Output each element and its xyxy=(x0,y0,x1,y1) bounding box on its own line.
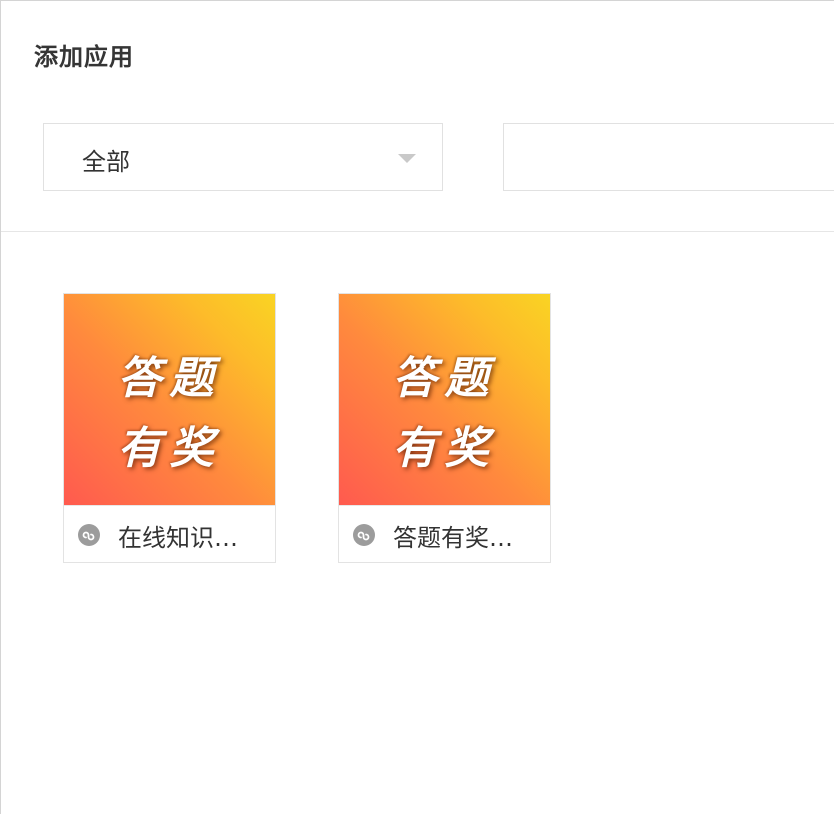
app-card[interactable]: 答题 有奖 答题有奖… xyxy=(338,293,551,563)
app-name: 在线知识… xyxy=(118,524,238,552)
chevron-down-icon xyxy=(398,154,416,163)
thumbnail-text: 有奖 xyxy=(117,423,222,474)
mini-program-icon xyxy=(353,524,375,546)
app-card[interactable]: 答题 有奖 在线知识… xyxy=(63,293,276,563)
thumbnail-text: 答题 xyxy=(392,353,497,404)
mini-program-icon xyxy=(78,524,100,546)
app-thumbnail: 答题 有奖 xyxy=(64,294,275,505)
thumbnail-text: 有奖 xyxy=(392,423,497,474)
add-app-dialog: 添加应用 全部 答题 有奖 在线知识… 答题 有奖 答题有奖… xyxy=(0,0,834,814)
search-input[interactable] xyxy=(503,123,834,191)
app-name: 答题有奖… xyxy=(393,524,513,552)
divider xyxy=(1,231,834,232)
dialog-title: 添加应用 xyxy=(34,43,134,71)
thumbnail-text: 答题 xyxy=(117,353,222,404)
app-caption: 答题有奖… xyxy=(339,505,550,562)
app-caption: 在线知识… xyxy=(64,505,275,562)
category-select-value: 全部 xyxy=(82,148,130,176)
app-thumbnail: 答题 有奖 xyxy=(339,294,550,505)
category-select[interactable]: 全部 xyxy=(43,123,443,191)
